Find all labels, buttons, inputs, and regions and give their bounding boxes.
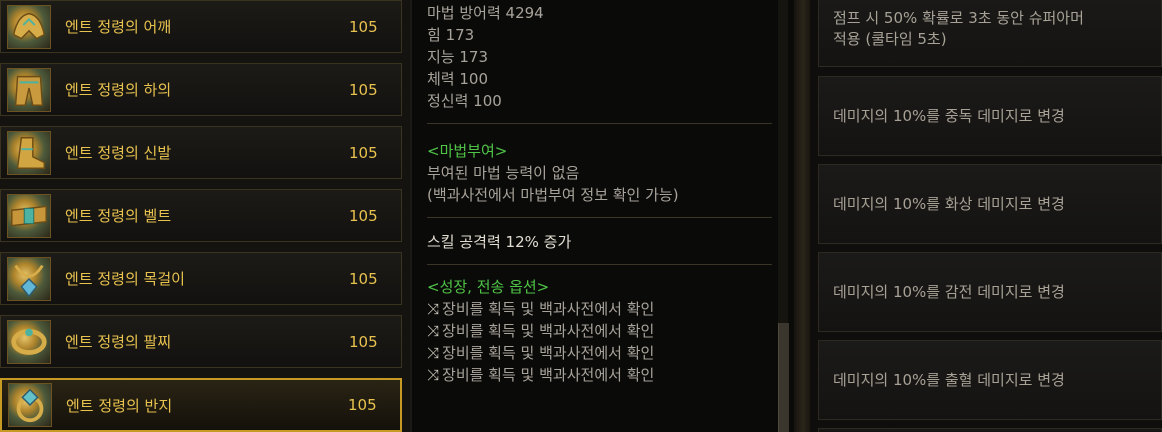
- equipment-row-necklace[interactable]: 엔트 정령의 목걸이 105: [0, 252, 402, 305]
- equipment-name: 엔트 정령의 하의: [65, 81, 172, 99]
- equipment-level: 105: [349, 143, 378, 162]
- equipment-level: 105: [348, 396, 377, 414]
- option-text: 데미지의 10%를 중독 데미지로 변경: [833, 106, 1065, 125]
- growth-line-text: 장비를 획득 및 백과사전에서 확인: [442, 366, 655, 384]
- stat-intelligence: 지능 173: [427, 48, 488, 66]
- equipment-level: 105: [349, 269, 378, 288]
- growth-line: ⤨ 장비를 획득 및 백과사전에서 확인: [427, 298, 772, 320]
- enchant-line: (백과사전에서 마법부여 정보 확인 가능): [427, 186, 679, 204]
- growth-line: ⤨ 장비를 획득 및 백과사전에서 확인: [427, 320, 772, 342]
- necklace-icon: [7, 256, 51, 301]
- belt-armor-icon: [7, 193, 51, 238]
- growth-header: <성장, 전송 옵션>: [427, 278, 550, 296]
- growth-line-text: 장비를 획득 및 백과사전에서 확인: [442, 344, 655, 362]
- equipment-list: 엔트 정령의 어깨 105 엔트 정령의 하의 105 엔트 정령의 신발 10…: [0, 0, 410, 432]
- equipment-level: 105: [349, 332, 378, 351]
- stat-spirit: 정신력 100: [427, 92, 502, 110]
- item-detail-panel: 마법 방어력 4294 힘 173 지능 173 체력 100 정신력 100 …: [410, 0, 812, 432]
- equipment-level: 105: [349, 80, 378, 99]
- equipment-name: 엔트 정령의 벨트: [65, 207, 172, 225]
- option-text: 점프 시 50% 확률로 3초 동안 슈퍼아머: [833, 8, 1084, 27]
- detail-scrollbar-thumb[interactable]: [778, 323, 789, 432]
- boots-armor-icon: [7, 130, 51, 175]
- equipment-level: 105: [349, 206, 378, 225]
- equipment-name: 엔트 정령의 어깨: [65, 18, 172, 36]
- equipment-row-boots[interactable]: 엔트 정령의 신발 105: [0, 126, 402, 179]
- option-card-shock[interactable]: 데미지의 10%를 감전 데미지로 변경: [818, 252, 1162, 332]
- equipment-row-belt[interactable]: 엔트 정령의 벨트 105: [0, 189, 402, 242]
- option-text: 적용 (쿨타임 5초): [833, 29, 947, 48]
- enchant-header: <마법부여>: [427, 142, 508, 160]
- equipment-level: 105: [349, 17, 378, 36]
- option-text: 데미지의 10%를 화상 데미지로 변경: [833, 194, 1065, 213]
- skill-attack-line: 스킬 공격력 12% 증가: [427, 233, 572, 251]
- option-text: 데미지의 10%를 감전 데미지로 변경: [833, 282, 1065, 301]
- stat-vitality: 체력 100: [427, 70, 488, 88]
- item-detail-content: 마법 방어력 4294 힘 173 지능 173 체력 100 정신력 100 …: [427, 0, 772, 386]
- growth-line: ⤨ 장비를 획득 및 백과사전에서 확인: [427, 342, 772, 364]
- growth-line-text: 장비를 획득 및 백과사전에서 확인: [442, 322, 655, 340]
- equipment-row-pants[interactable]: 엔트 정령의 하의 105: [0, 63, 402, 116]
- option-card-poison[interactable]: 데미지의 10%를 중독 데미지로 변경: [818, 76, 1162, 156]
- option-text: 데미지의 10%를 출혈 데미지로 변경: [833, 370, 1065, 389]
- growth-line: ⤨ 장비를 획득 및 백과사전에서 확인: [427, 364, 772, 386]
- equipment-name: 엔트 정령의 목걸이: [65, 270, 185, 288]
- shuffle-icon: ⤨: [427, 366, 440, 384]
- enchant-line: 부여된 마법 능력이 없음: [427, 164, 580, 182]
- shuffle-icon: ⤨: [427, 300, 440, 318]
- shuffle-icon: ⤨: [427, 322, 440, 340]
- option-card-next[interactable]: [818, 428, 1162, 432]
- stat-strength: 힘 173: [427, 26, 475, 44]
- option-card-bleed[interactable]: 데미지의 10%를 출혈 데미지로 변경: [818, 340, 1162, 420]
- growth-line-text: 장비를 획득 및 백과사전에서 확인: [442, 300, 655, 318]
- shoulder-armor-icon: [7, 4, 51, 49]
- equipment-name: 엔트 정령의 팔찌: [65, 333, 172, 351]
- equipment-name: 엔트 정령의 반지: [66, 396, 173, 415]
- equipment-row-shoulder[interactable]: 엔트 정령의 어깨 105: [0, 0, 402, 53]
- shuffle-icon: ⤨: [427, 344, 440, 362]
- equipment-row-ring[interactable]: 엔트 정령의 반지 105: [0, 378, 402, 432]
- ring-icon: [8, 383, 52, 427]
- option-card-super-armor[interactable]: 점프 시 50% 확률로 3초 동안 슈퍼아머 적용 (쿨타임 5초): [818, 0, 1162, 67]
- equipment-name: 엔트 정령의 신발: [65, 144, 172, 162]
- stat-magic-defense: 마법 방어력 4294: [427, 4, 544, 22]
- option-card-burn[interactable]: 데미지의 10%를 화상 데미지로 변경: [818, 164, 1162, 244]
- option-list: 점프 시 50% 확률로 3초 동안 슈퍼아머 적용 (쿨타임 5초) 데미지의…: [810, 0, 1162, 432]
- bracelet-icon: [7, 319, 51, 364]
- equipment-row-bracelet[interactable]: 엔트 정령의 팔찌 105: [0, 315, 402, 368]
- pants-armor-icon: [7, 67, 51, 112]
